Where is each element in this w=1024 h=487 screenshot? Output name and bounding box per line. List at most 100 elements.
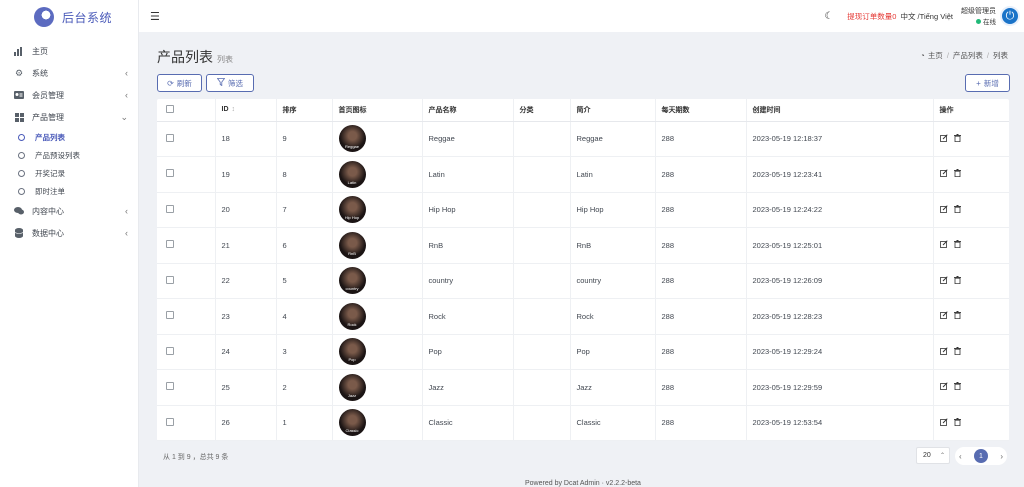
table-row: 19 8 Latin Latin Latin 288 2023-05-19 12:23:41 (157, 156, 1009, 193)
product-thumbnail: Classic (338, 409, 366, 437)
topbar-right: ☾ 提现订单数量0 中文 /Tiếng Việt 超级管理员 在线 ⏻ (824, 0, 1020, 32)
user-name: 超级管理员 (961, 8, 996, 15)
cell-name: Hip Hop (422, 192, 514, 228)
trash-icon[interactable] (953, 275, 961, 286)
cell-periods: 288 (655, 156, 747, 193)
row-checkbox-cell (157, 298, 216, 335)
trash-icon[interactable] (953, 346, 961, 357)
cell-actions (933, 121, 1009, 157)
breadcrumb-product-list[interactable]: 产品列表 (953, 50, 983, 61)
hamburger-menu-icon[interactable]: ☰ (150, 10, 160, 23)
circle-icon (18, 169, 25, 177)
trash-icon[interactable] (953, 417, 961, 428)
chevron-left-icon: ‹ (125, 68, 128, 78)
row-checkbox[interactable] (166, 240, 174, 249)
select-all-checkbox[interactable] (166, 104, 174, 113)
breadcrumb-separator: / (946, 51, 949, 60)
sidebar-item-label: 数据中心 (32, 228, 64, 238)
edit-icon[interactable] (939, 276, 948, 286)
edit-icon[interactable] (939, 205, 948, 215)
cell-id: 22 (215, 263, 277, 299)
sidebar-item-content[interactable]: 内容中心 ‹ (0, 200, 138, 222)
cell-created: 2023-05-19 12:26:09 (746, 263, 934, 299)
cell-sort: 6 (276, 227, 333, 264)
sidebar-item-data[interactable]: 数据中心 ‹ (0, 222, 138, 244)
filter-button[interactable]: 筛选 (206, 74, 254, 92)
table-row: 22 5 country country country 288 2023-05-19 12… (157, 263, 1009, 299)
row-checkbox[interactable] (166, 204, 174, 213)
trash-icon[interactable] (953, 204, 961, 215)
current-page-button[interactable]: 1 (974, 449, 988, 463)
row-checkbox[interactable] (166, 382, 174, 391)
thumbnail-caption: country (345, 286, 359, 292)
add-label: 新增 (983, 78, 999, 88)
sidebar-subitem-draw-records[interactable]: 开奖记录 (0, 164, 138, 182)
trash-icon[interactable] (953, 133, 961, 144)
sort-icon[interactable]: ↕ (232, 106, 236, 113)
sidebar-item-products[interactable]: 产品管理 ⌄ (0, 106, 138, 128)
trash-icon[interactable] (953, 382, 961, 392)
moon-icon[interactable]: ☾ (824, 11, 833, 22)
cell-intro: Reggae (570, 121, 656, 157)
edit-icon[interactable] (939, 311, 948, 321)
page-subtitle: 列表 (217, 55, 233, 64)
table-row: 23 4 Rock Rock Rock 288 2023-05-19 12:28:23 (157, 298, 1009, 335)
add-button[interactable]: + 新增 (965, 74, 1010, 92)
cell-actions (933, 405, 1009, 441)
page-size-value: 20 (923, 452, 931, 459)
breadcrumb-home[interactable]: 主页 (928, 50, 943, 61)
language-switch[interactable]: 中文 /Tiếng Việt (900, 11, 953, 22)
cell-sort: 4 (276, 298, 333, 335)
cell-actions (933, 369, 1010, 406)
cell-periods: 288 (655, 121, 747, 157)
column-header-created: 创建时间 (746, 99, 934, 122)
prev-page-icon[interactable]: ‹ (959, 452, 962, 461)
refresh-button[interactable]: ⟳ 刷新 (157, 74, 202, 92)
sidebar-subitem-product-list[interactable]: 产品列表 (0, 128, 138, 146)
edit-icon[interactable] (939, 134, 948, 144)
cell-icon: Pop (332, 334, 423, 370)
page-size-select[interactable]: 20 ⌃ (916, 447, 950, 464)
row-checkbox[interactable] (166, 275, 174, 284)
user-info[interactable]: 超级管理员 在线 (961, 6, 996, 26)
cell-id: 24 (215, 334, 277, 370)
sidebar-subitem-preset-list[interactable]: 产品预设列表 (0, 146, 138, 164)
cell-intro: Latin (570, 156, 656, 193)
user-status-label: 在线 (983, 19, 996, 26)
row-actions (939, 382, 1010, 392)
row-checkbox[interactable] (166, 346, 174, 355)
cell-id: 20 (215, 192, 277, 228)
sidebar-item-label: 主页 (32, 46, 48, 56)
trash-icon[interactable] (953, 240, 961, 250)
row-checkbox[interactable] (166, 133, 174, 142)
row-checkbox-cell (157, 192, 216, 228)
sidebar-item-home[interactable]: 主页 (0, 40, 138, 62)
edit-icon[interactable] (939, 347, 948, 357)
cell-intro: Classic (570, 405, 656, 441)
sidebar-subitem-live-bets[interactable]: 即时注单 (0, 182, 138, 200)
edit-icon[interactable] (939, 382, 948, 392)
row-checkbox[interactable] (166, 417, 174, 426)
cell-id: 23 (215, 298, 277, 335)
powered-by: Powered by Dcat Admin · v2.2.2-beta (525, 480, 641, 487)
cell-periods: 288 (655, 298, 747, 335)
row-checkbox[interactable] (166, 311, 174, 320)
brand[interactable]: 后台系统 (0, 0, 138, 34)
edit-icon[interactable] (939, 240, 948, 250)
column-header-id[interactable]: ID ↕ (215, 99, 277, 122)
row-actions (939, 346, 1010, 357)
trash-icon[interactable] (953, 169, 961, 179)
table-row: 18 9 Reggae Reggae Reggae 288 2023-05-19 12:18… (157, 121, 1009, 157)
sidebar-subitem-label: 即时注单 (35, 186, 65, 196)
power-icon[interactable]: ⏻ (1000, 6, 1020, 26)
sidebar-item-members[interactable]: 会员管理 ‹ (0, 84, 138, 106)
trash-icon[interactable] (953, 311, 961, 321)
table-body: 18 9 Reggae Reggae Reggae 288 2023-05-19 12:18… (157, 121, 1009, 441)
column-header-name: 产品名称 (422, 99, 514, 122)
row-checkbox[interactable] (166, 169, 174, 178)
withdraw-order-alert[interactable]: 提现订单数量0 (847, 11, 896, 22)
edit-icon[interactable] (939, 169, 948, 179)
edit-icon[interactable] (939, 418, 948, 428)
next-page-icon[interactable]: › (1000, 452, 1003, 461)
sidebar-item-system[interactable]: ⚙ 系统 ‹ (0, 62, 138, 84)
